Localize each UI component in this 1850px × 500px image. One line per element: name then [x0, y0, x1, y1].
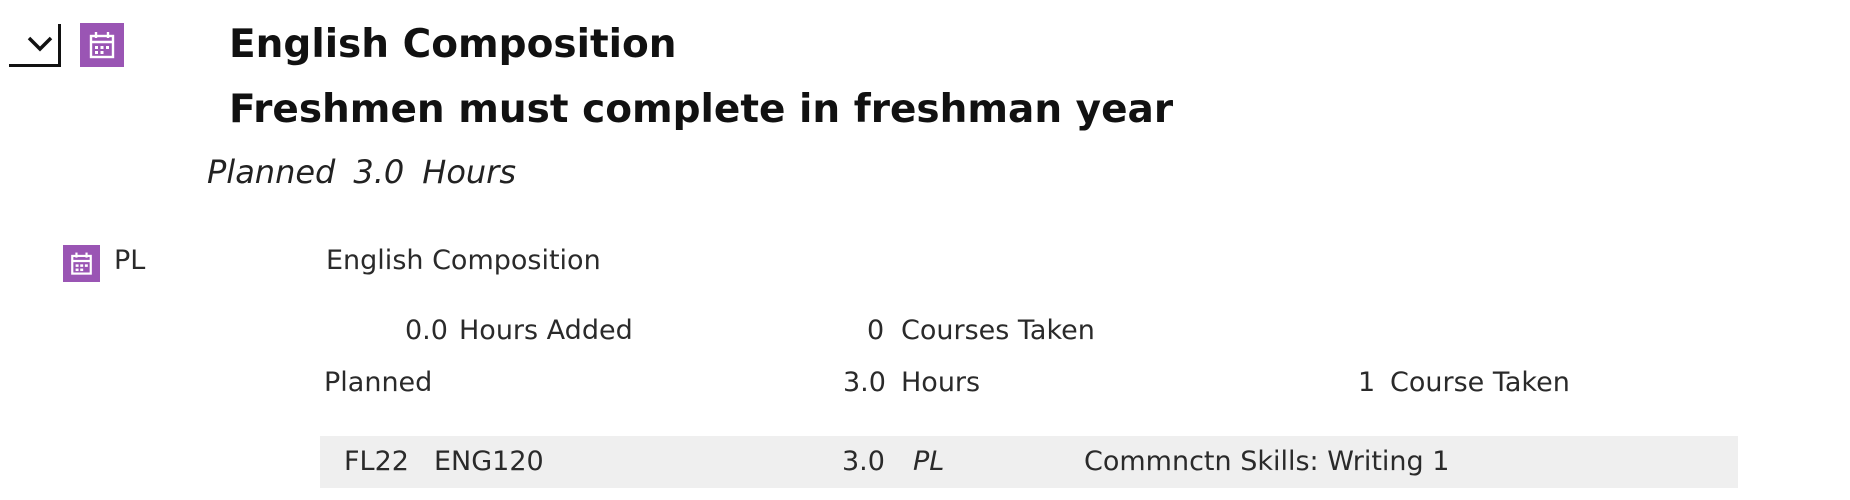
planned-summary: Planned 3.0 Hours: [207, 153, 516, 191]
planned-hours-value: 3.0: [843, 367, 886, 398]
planned-count-value: 1: [1358, 367, 1376, 398]
rule-name: English Composition: [326, 245, 601, 276]
calendar-icon: [63, 245, 100, 282]
course-hours: 3.0: [842, 446, 885, 477]
chevron-down-icon: [27, 36, 53, 52]
requirement-subtitle: Freshmen must complete in freshman year: [229, 87, 1174, 132]
planned-label: Planned: [207, 153, 336, 191]
course-term: FL22: [344, 446, 409, 477]
courses-taken-value: 0: [867, 315, 885, 346]
courses-taken-label: Courses Taken: [901, 315, 1095, 346]
course-grade: PL: [913, 446, 945, 477]
course-code: ENG120: [434, 446, 544, 477]
requirement-title: English Composition: [229, 22, 677, 67]
planned-row-label: Planned: [324, 367, 433, 398]
calendar-icon: [80, 23, 124, 67]
rule-status-label: PL: [114, 245, 146, 276]
hours-added-value: 0.0: [405, 315, 448, 346]
course-row[interactable]: FL22 ENG120 3.0 PL Commnctn Skills: Writ…: [320, 436, 1738, 488]
hours-label: Hours: [422, 153, 516, 191]
collapse-toggle[interactable]: [9, 24, 61, 67]
planned-hours-label: Hours: [901, 367, 981, 398]
planned-count-label: Course Taken: [1390, 367, 1570, 398]
planned-hours-value: 3.0: [353, 153, 405, 191]
hours-added-label: Hours Added: [459, 315, 633, 346]
course-title: Commnctn Skills: Writing 1: [1084, 446, 1450, 477]
